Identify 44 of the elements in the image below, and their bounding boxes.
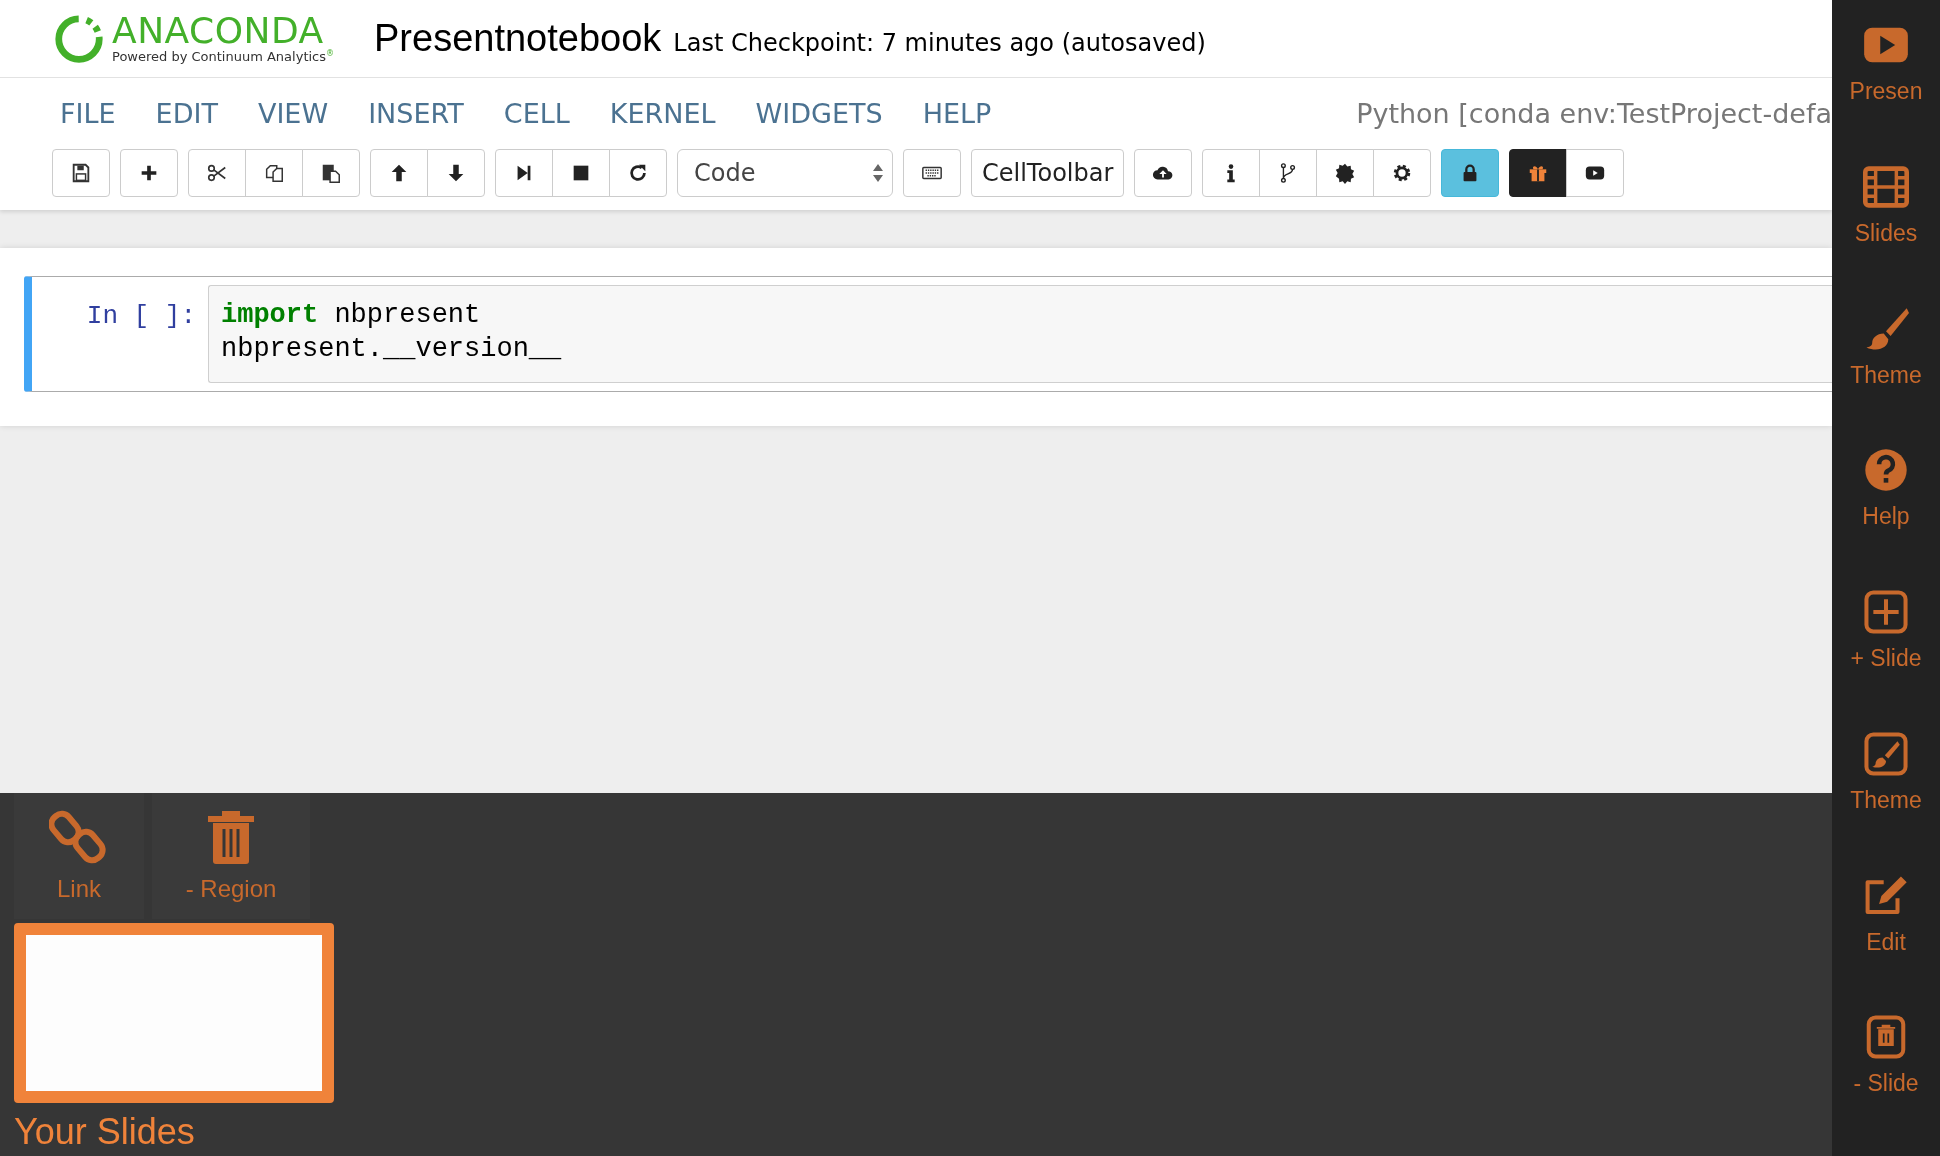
logo-tagline: Powered by Continuum Analytics$^{®}$ [112, 48, 334, 65]
film-icon [1863, 163, 1909, 210]
paste-icon [320, 162, 342, 184]
menu-item[interactable]: CELL [483, 97, 590, 129]
menu-item[interactable]: WIDGETS [735, 97, 903, 129]
link-button[interactable]: Link [14, 793, 144, 919]
updown-caret-icon [872, 162, 884, 184]
remove-region-button[interactable]: - Region [152, 793, 310, 919]
badge-icon [1334, 162, 1357, 184]
code-input[interactable]: import nbpresent nbpresent.__version__ [208, 285, 1832, 383]
toolbar-button[interactable] [1509, 149, 1568, 197]
sidebar-item[interactable]: Theme [1832, 305, 1940, 448]
paintbrush-square-icon [1863, 730, 1909, 777]
checkpoint-status: Last Checkpoint: 7 minutes ago (autosaved) [673, 29, 1206, 57]
slides-heading: Your Slides [14, 1111, 196, 1153]
cell-prompt: In [ ]: [85, 300, 197, 333]
scissors-icon [206, 162, 228, 184]
sidebar-item[interactable]: Edit [1832, 872, 1940, 1015]
sidebar-item[interactable]: - Slide [1832, 1014, 1940, 1156]
sidebar-item[interactable]: Help [1832, 447, 1940, 589]
kernel-name: Python [conda env:TestProject-defa [1356, 97, 1832, 129]
sidebar-item[interactable]: Presen [1832, 22, 1940, 164]
menu-item[interactable]: FILE [40, 97, 136, 129]
sidebar-item[interactable]: Slides [1832, 163, 1940, 306]
menu-item[interactable]: EDIT [135, 97, 238, 129]
code-cell[interactable]: In [ ]: import nbpresent nbpresent.__version__ [24, 276, 1832, 392]
toolbar-button[interactable] [1441, 149, 1500, 197]
refresh-icon [627, 162, 649, 184]
sidebar-item[interactable]: + Slide [1832, 589, 1940, 731]
cell-type-select[interactable]: Code [677, 149, 893, 197]
chain-link-icon [49, 809, 109, 865]
plus-square-icon [1863, 589, 1909, 635]
logo-wordmark: ANACONDA [112, 12, 325, 49]
question-circle-icon [1863, 447, 1909, 494]
menu-item[interactable]: VIEW [237, 97, 349, 129]
celltoolbar-button[interactable]: CellToolbar [971, 149, 1125, 197]
menu-item[interactable]: KERNEL [589, 97, 736, 129]
sidebar-item[interactable]: Theme [1832, 730, 1940, 873]
menu-item[interactable]: HELP [902, 97, 1012, 129]
notebook-title[interactable]: Presentnotebook [374, 17, 662, 60]
copy-icon [263, 162, 285, 184]
slide-thumbnail[interactable] [14, 923, 334, 1103]
save-icon [70, 162, 92, 184]
menu-item[interactable]: INSERT [348, 97, 484, 129]
